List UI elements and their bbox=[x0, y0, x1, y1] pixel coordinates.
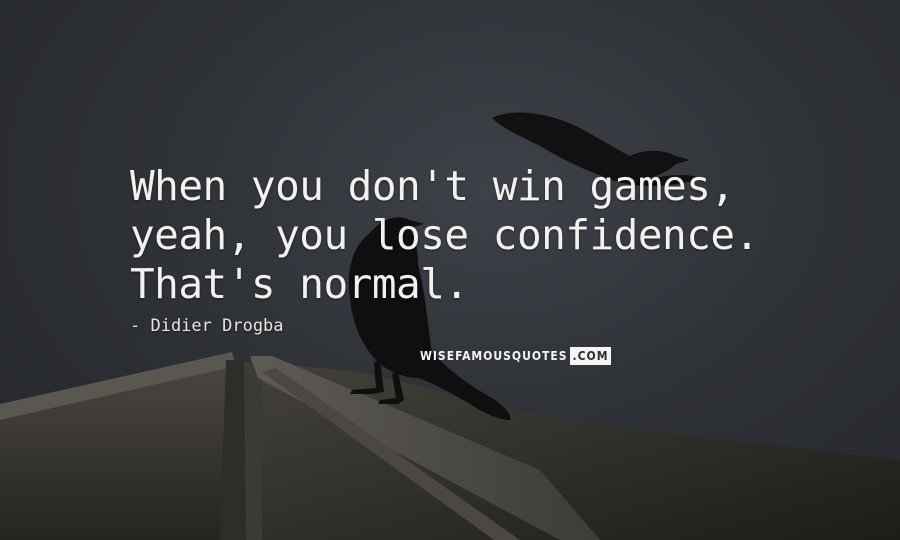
quote-line-2: yeah, you lose confidence. bbox=[130, 211, 759, 259]
quote-line-3: That's normal. bbox=[130, 260, 469, 308]
quote-line-1: When you don't win games, bbox=[130, 162, 735, 210]
quote-image: When you don't win games, yeah, you lose… bbox=[0, 0, 900, 540]
watermark-tld: .COM bbox=[569, 347, 612, 365]
roof-left bbox=[0, 352, 236, 540]
site-watermark: WISEFAMOUSQUOTES .COM bbox=[420, 347, 612, 365]
quote-text: When you don't win games, yeah, you lose… bbox=[130, 162, 870, 309]
watermark-main: WISEFAMOUSQUOTES bbox=[420, 349, 568, 363]
quote-author: - Didier Drogba bbox=[130, 316, 284, 336]
